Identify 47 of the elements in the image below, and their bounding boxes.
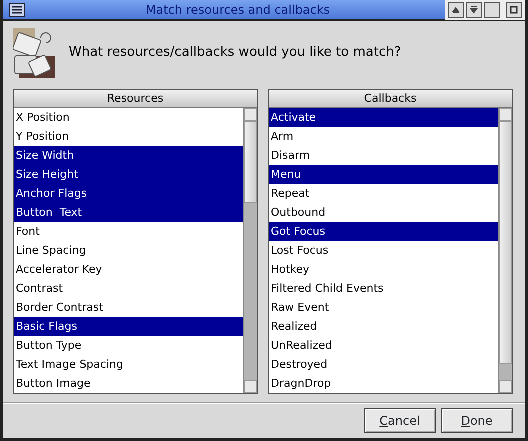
list-item[interactable]: Y Position (14, 127, 243, 146)
list-item[interactable]: Filtered Child Events (269, 279, 498, 298)
list-item[interactable]: Realized (269, 317, 498, 336)
window-title: Match resources and callbacks (144, 2, 332, 18)
list-item[interactable]: Button Image (14, 374, 243, 393)
list-item[interactable]: Lost Focus (269, 241, 498, 260)
list-item[interactable]: Button Text (14, 203, 243, 222)
list-item[interactable]: Line Spacing (14, 241, 243, 260)
list-item[interactable]: Raw Event (269, 298, 498, 317)
list-item[interactable]: Disarm (269, 146, 498, 165)
list-item[interactable]: Activate (269, 108, 498, 127)
list-item[interactable]: Menu (269, 165, 498, 184)
close-icon (509, 4, 519, 14)
list-item[interactable]: Arm (269, 127, 498, 146)
prompt-text: What resources/callbacks would you like to match? (69, 44, 402, 62)
list-item[interactable]: DragnDrop (269, 374, 498, 393)
list-item[interactable]: Anchor Flags (14, 184, 243, 203)
list-item[interactable]: UnRealized (269, 336, 498, 355)
menu-icon[interactable] (9, 2, 25, 16)
cards-icon (13, 28, 55, 78)
list-item[interactable]: Size Height (14, 165, 243, 184)
list-item[interactable]: Button Type (14, 336, 243, 355)
close-button[interactable] (506, 2, 522, 18)
list-item[interactable]: Font (14, 222, 243, 241)
list-item[interactable]: Border Contrast (14, 298, 243, 317)
list-item[interactable]: Accelerator Key (14, 260, 243, 279)
list-item[interactable]: Text Image Spacing (14, 355, 243, 374)
list-item[interactable]: Outbound (269, 203, 498, 222)
list-item[interactable]: Size Width (14, 146, 243, 165)
scrollbar[interactable] (498, 108, 512, 393)
minimize-button[interactable] (466, 2, 482, 18)
minimize-icon (469, 4, 479, 14)
list-item[interactable]: Contrast (14, 279, 243, 298)
shade-icon (451, 4, 461, 14)
list-item[interactable]: Repeat (269, 184, 498, 203)
scrollbar[interactable] (243, 108, 257, 393)
list-item[interactable]: Hotkey (269, 260, 498, 279)
list-item[interactable]: Got Focus (269, 222, 498, 241)
shade-button[interactable] (448, 2, 464, 18)
list-item[interactable]: Basic Flags (14, 317, 243, 336)
dialog-button[interactable]: Done (441, 408, 513, 433)
column-header: Callbacks (269, 90, 512, 108)
list-item[interactable]: Destroyed (269, 355, 498, 374)
list-item[interactable]: X Position (14, 108, 243, 127)
maximize-button[interactable] (484, 2, 500, 18)
column-header: Resources (14, 90, 257, 108)
dialog-button[interactable]: Cancel (364, 408, 436, 433)
